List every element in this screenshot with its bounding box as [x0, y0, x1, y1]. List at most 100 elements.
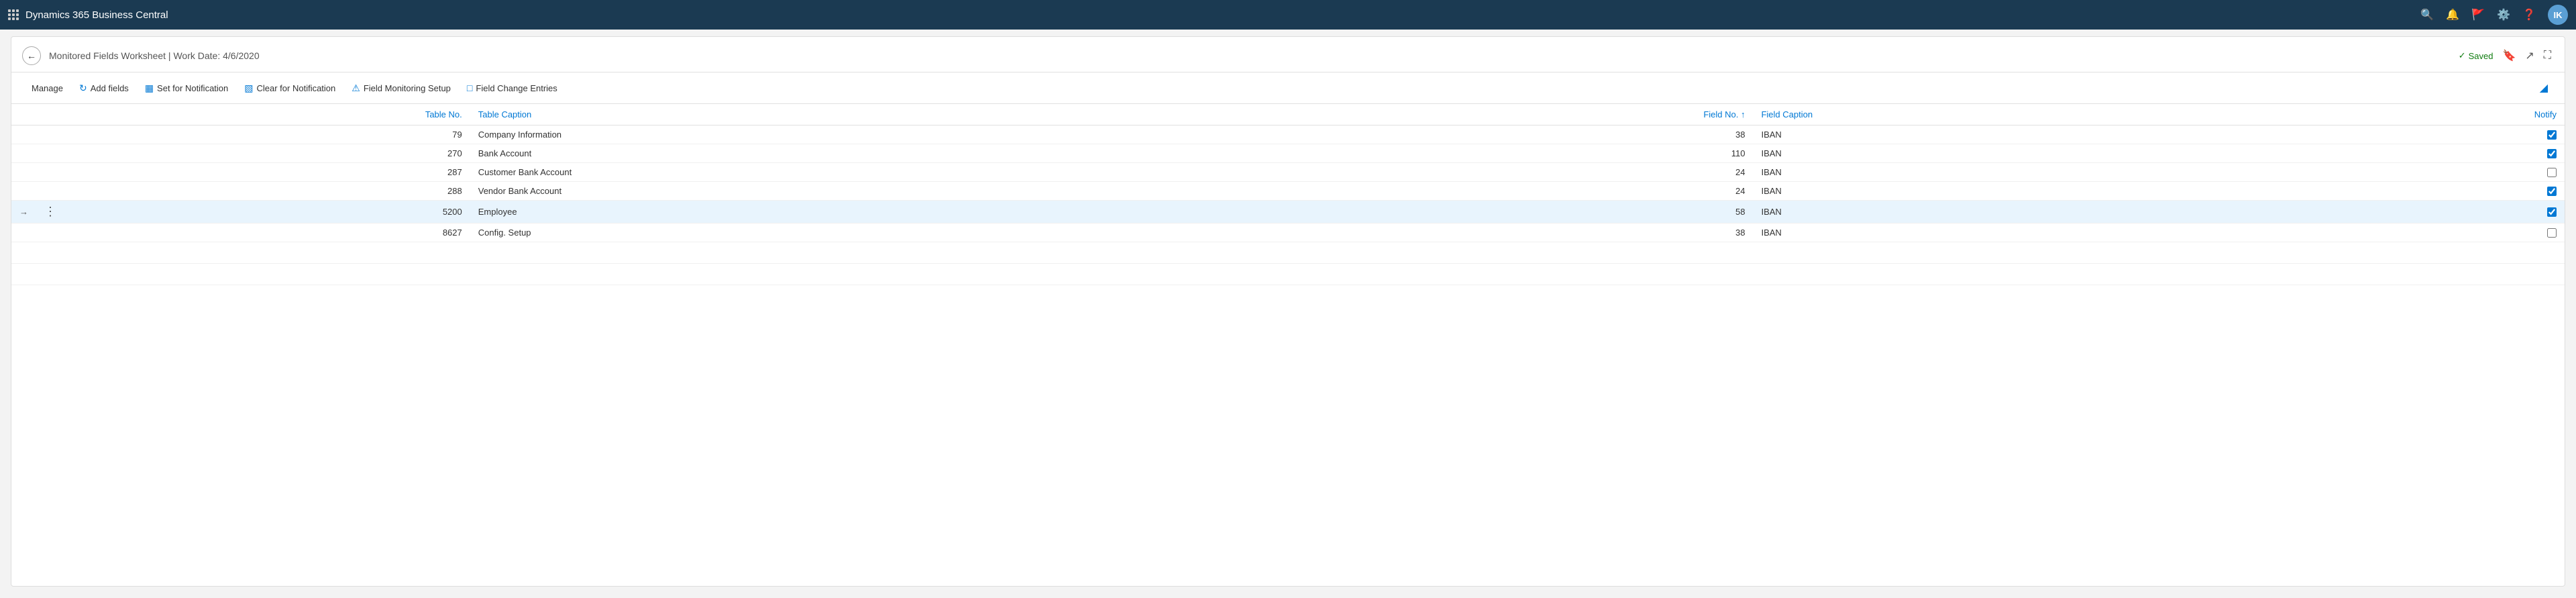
row-indicator	[11, 182, 36, 201]
notify-checkbox[interactable]	[2547, 187, 2557, 196]
clear-notification-label: Clear for Notification	[257, 83, 336, 93]
clear-notification-icon: ▧	[244, 83, 253, 94]
notify-checkbox[interactable]	[2547, 168, 2557, 177]
row-context-menu	[36, 264, 64, 285]
page-container: ← Monitored Fields Worksheet | Work Date…	[11, 36, 2565, 587]
row-notify-cell	[2270, 144, 2565, 163]
row-field-no: 38	[1310, 126, 1753, 144]
row-notify-cell	[2270, 223, 2565, 242]
row-context-menu	[36, 163, 64, 182]
add-fields-label: Add fields	[91, 83, 129, 93]
row-field-caption	[1753, 264, 2270, 285]
manage-button[interactable]: Manage	[25, 80, 70, 97]
filter-icon[interactable]: ◢	[2536, 78, 2551, 98]
expand-icon[interactable]: ⛶	[2544, 50, 2551, 62]
manage-label: Manage	[32, 83, 63, 93]
row-table-no: 79	[64, 126, 470, 144]
col-header-notify[interactable]: Notify	[2270, 104, 2565, 126]
table-row[interactable]: 8627Config. Setup38IBAN	[11, 223, 2565, 242]
search-icon[interactable]: 🔍	[2420, 8, 2434, 21]
row-table-caption	[470, 242, 1311, 264]
row-table-caption: Vendor Bank Account	[470, 182, 1311, 201]
settings-icon[interactable]: ⚙️	[2497, 8, 2510, 21]
row-field-no: 38	[1310, 223, 1753, 242]
row-field-no	[1310, 264, 1753, 285]
row-indicator	[11, 163, 36, 182]
back-button[interactable]: ←	[22, 46, 41, 65]
row-indicator	[11, 126, 36, 144]
row-indicator: →	[11, 201, 36, 223]
row-table-no: 270	[64, 144, 470, 163]
flag-icon[interactable]: 🚩	[2471, 8, 2485, 21]
row-field-caption: IBAN	[1753, 163, 2270, 182]
clear-notification-button[interactable]: ▧ Clear for Notification	[237, 79, 342, 97]
bookmark-icon[interactable]: 🔖	[2502, 49, 2516, 62]
row-table-no	[64, 264, 470, 285]
row-notify-cell	[2270, 163, 2565, 182]
table-row[interactable]: 287Customer Bank Account24IBAN	[11, 163, 2565, 182]
table-row[interactable]: 270Bank Account110IBAN	[11, 144, 2565, 163]
row-field-caption: IBAN	[1753, 201, 2270, 223]
monitored-fields-table: Table No. Table Caption Field No. ↑ Fiel…	[11, 104, 2565, 285]
row-table-caption: Company Information	[470, 126, 1311, 144]
row-field-no: 24	[1310, 163, 1753, 182]
table-header-row: Table No. Table Caption Field No. ↑ Fiel…	[11, 104, 2565, 126]
notify-checkbox[interactable]	[2547, 228, 2557, 238]
open-new-icon[interactable]: ↗	[2525, 49, 2534, 62]
topbar: Dynamics 365 Business Central 🔍 🔔 🚩 ⚙️ ❓…	[0, 0, 2576, 30]
row-table-no: 288	[64, 182, 470, 201]
notify-checkbox[interactable]	[2547, 149, 2557, 158]
table-row[interactable]	[11, 242, 2565, 264]
table-row[interactable]: 79Company Information38IBAN	[11, 126, 2565, 144]
table-body: 79Company Information38IBAN270Bank Accou…	[11, 126, 2565, 285]
col-header-table-no[interactable]: Table No.	[64, 104, 470, 126]
row-notify-cell	[2270, 264, 2565, 285]
row-field-caption: IBAN	[1753, 144, 2270, 163]
app-title: Dynamics 365 Business Central	[25, 9, 168, 21]
table-area: Table No. Table Caption Field No. ↑ Fiel…	[11, 104, 2565, 285]
col-header-indicator	[11, 104, 36, 126]
topbar-left: Dynamics 365 Business Central	[8, 9, 2420, 21]
row-notify-cell	[2270, 126, 2565, 144]
notify-checkbox[interactable]	[2547, 130, 2557, 140]
set-notification-button[interactable]: ▦ Set for Notification	[138, 79, 235, 97]
row-table-caption: Customer Bank Account	[470, 163, 1311, 182]
field-monitoring-label: Field Monitoring Setup	[364, 83, 451, 93]
row-table-caption: Config. Setup	[470, 223, 1311, 242]
row-context-menu[interactable]: ⋮	[36, 201, 64, 223]
row-field-no: 24	[1310, 182, 1753, 201]
col-header-table-caption[interactable]: Table Caption	[470, 104, 1311, 126]
field-monitoring-icon: ⚠	[352, 83, 360, 94]
row-field-no	[1310, 242, 1753, 264]
row-table-no: 287	[64, 163, 470, 182]
table-row[interactable]	[11, 264, 2565, 285]
add-fields-icon: ↻	[79, 83, 87, 94]
field-change-icon: □	[467, 83, 472, 93]
row-field-no: 58	[1310, 201, 1753, 223]
row-context-menu	[36, 223, 64, 242]
set-notification-icon: ▦	[145, 83, 154, 94]
user-avatar[interactable]: IK	[2548, 5, 2568, 25]
row-table-no: 8627	[64, 223, 470, 242]
apps-grid-icon[interactable]	[8, 9, 19, 20]
row-table-caption: Employee	[470, 201, 1311, 223]
table-row[interactable]: 288Vendor Bank Account24IBAN	[11, 182, 2565, 201]
row-field-no: 110	[1310, 144, 1753, 163]
help-icon[interactable]: ❓	[2522, 8, 2536, 21]
header-actions: ✓ Saved 🔖 ↗ ⛶	[2459, 49, 2551, 62]
row-field-caption: IBAN	[1753, 223, 2270, 242]
field-monitoring-button[interactable]: ⚠ Field Monitoring Setup	[345, 79, 458, 97]
notify-checkbox[interactable]	[2547, 207, 2557, 217]
page-title: Monitored Fields Worksheet | Work Date: …	[49, 50, 2459, 61]
field-change-entries-button[interactable]: □ Field Change Entries	[460, 79, 564, 97]
row-context-menu	[36, 182, 64, 201]
add-fields-button[interactable]: ↻ Add fields	[72, 79, 136, 97]
topbar-right: 🔍 🔔 🚩 ⚙️ ❓ IK	[2420, 5, 2568, 25]
row-table-no: 5200	[64, 201, 470, 223]
col-header-field-no[interactable]: Field No. ↑	[1310, 104, 1753, 126]
row-indicator	[11, 144, 36, 163]
notification-icon[interactable]: 🔔	[2446, 8, 2459, 21]
col-header-field-caption[interactable]: Field Caption	[1753, 104, 2270, 126]
table-row[interactable]: →⋮5200Employee58IBAN	[11, 201, 2565, 223]
toolbar: Manage ↻ Add fields ▦ Set for Notificati…	[11, 72, 2565, 104]
